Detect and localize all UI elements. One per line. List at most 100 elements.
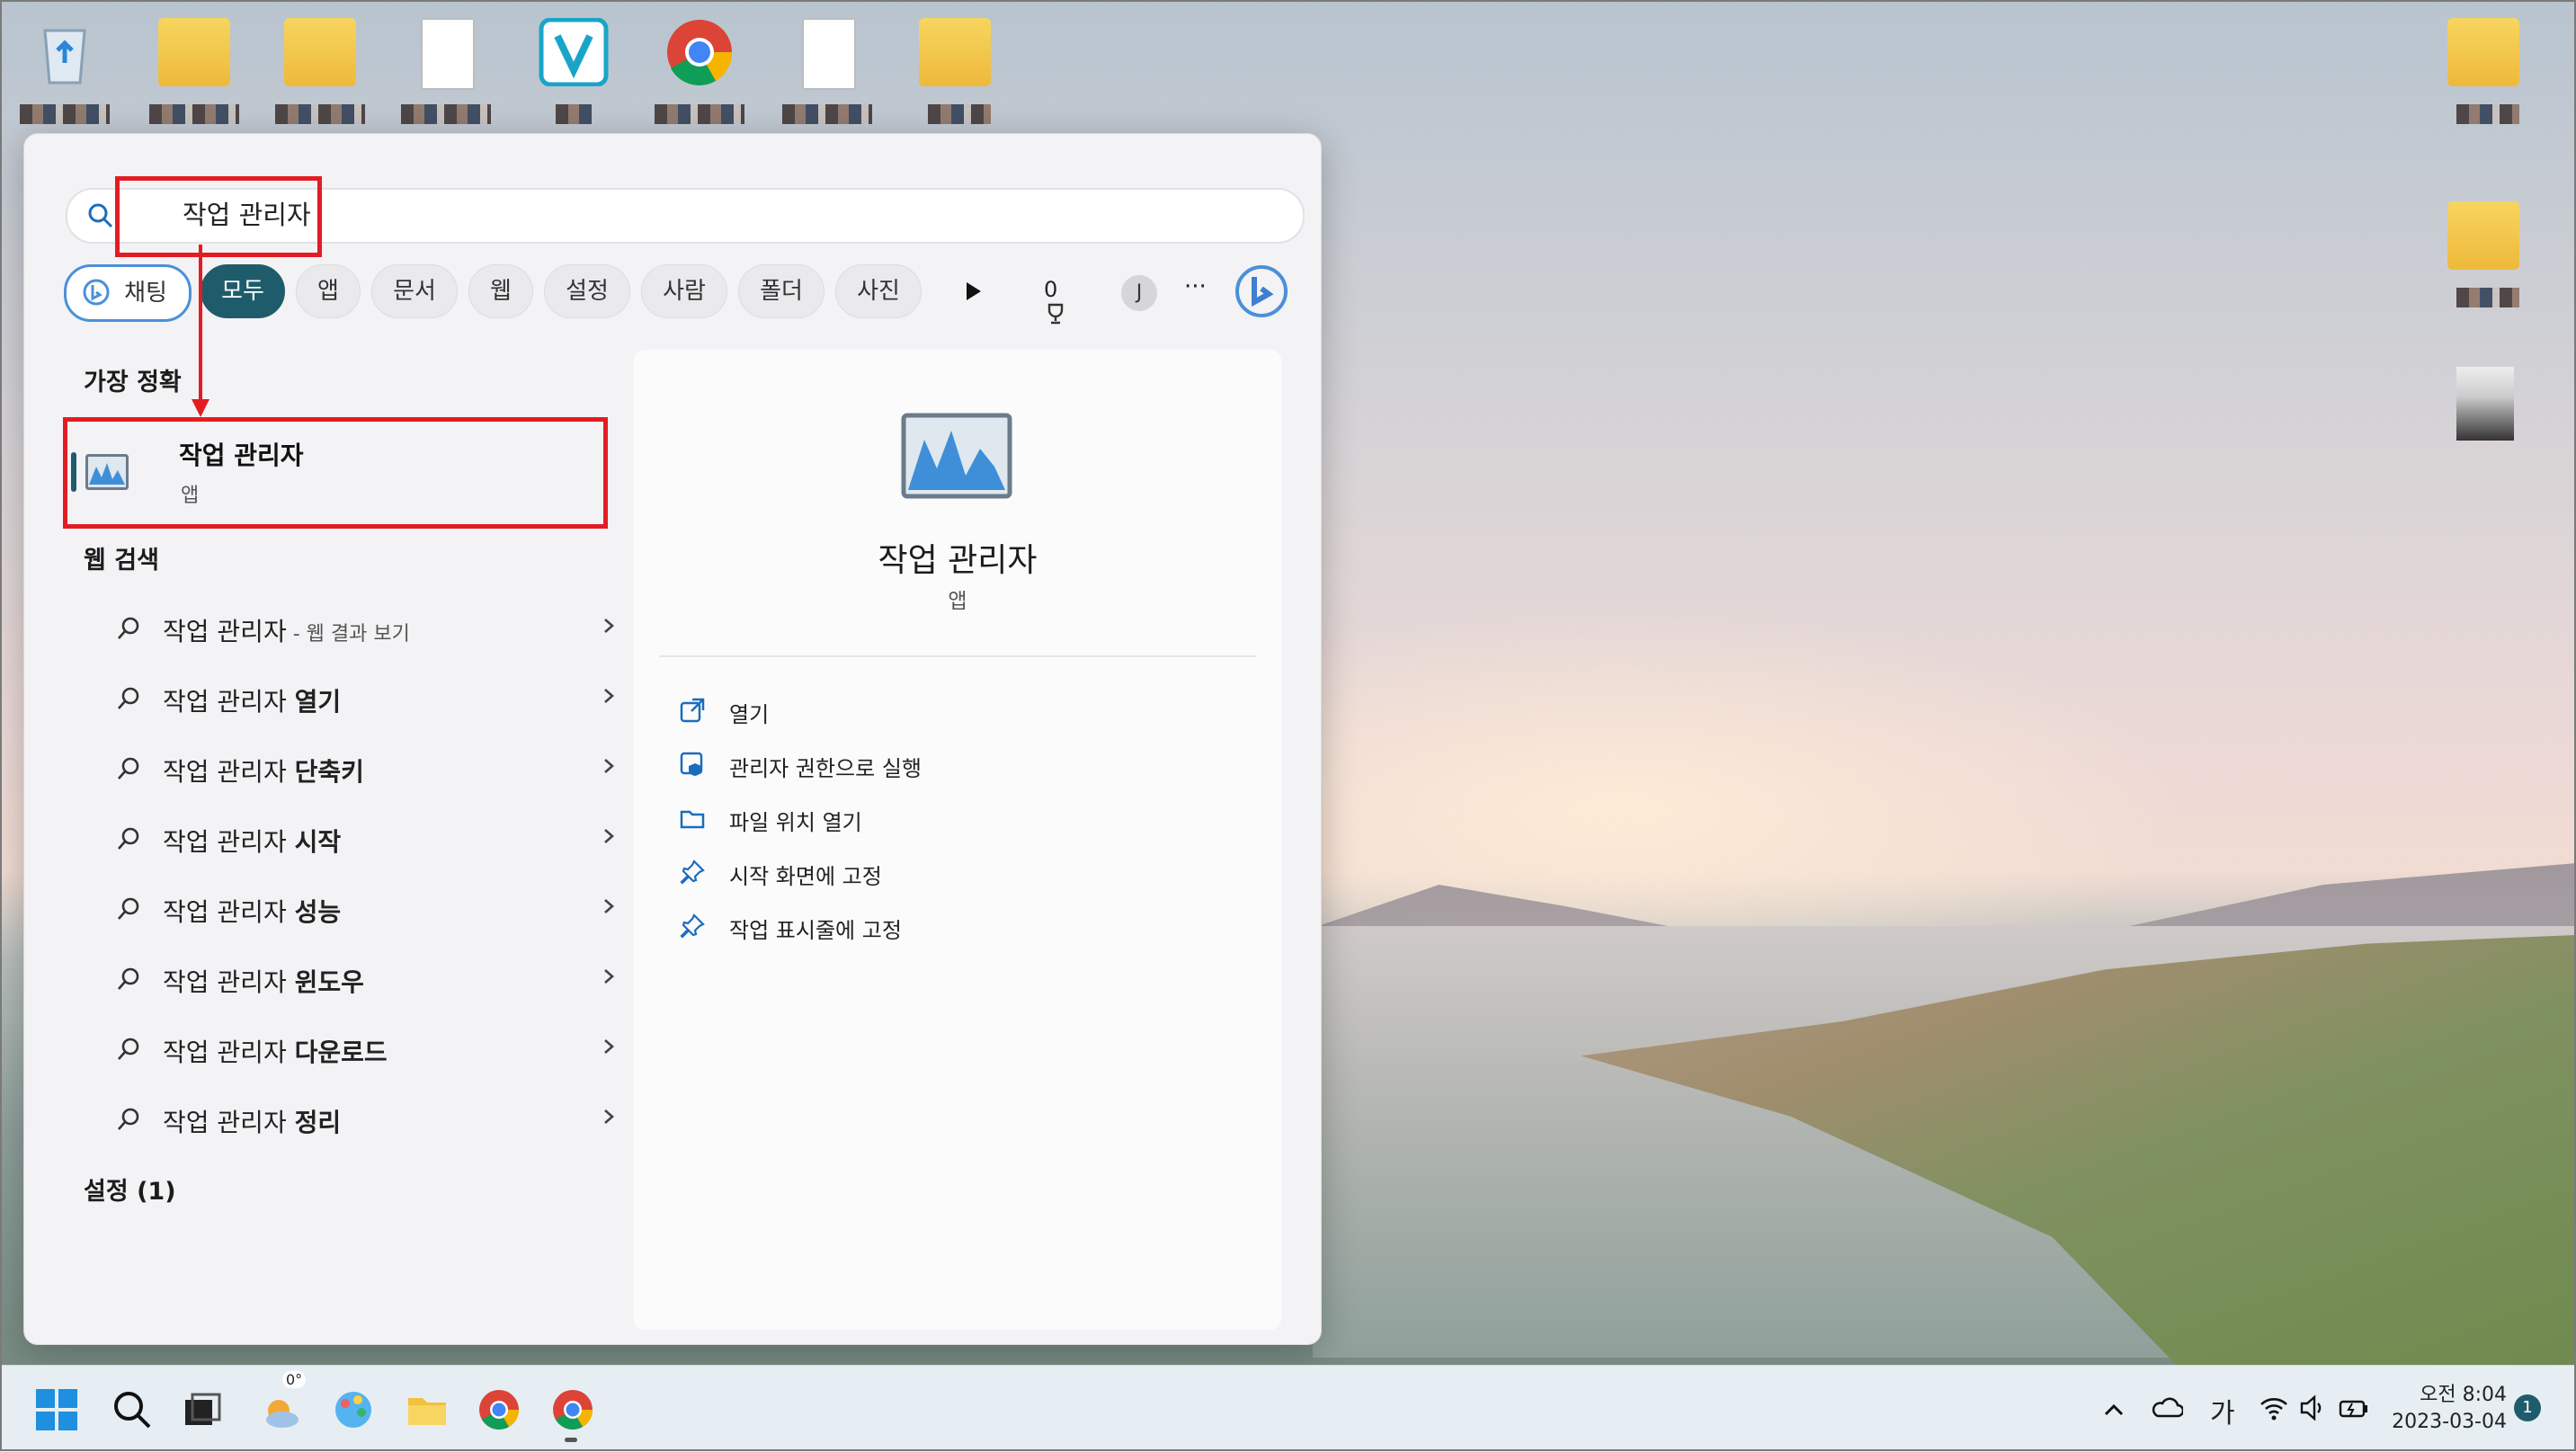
web-search-result[interactable]: 작업 관리자 다운로드	[87, 1022, 618, 1076]
settings-section-heading[interactable]: 설정 (1)	[84, 1171, 176, 1207]
annotation-arrow	[192, 245, 209, 417]
web-search-result[interactable]: 작업 관리자 성능	[87, 882, 618, 936]
desktop-icon-label-obscured	[2456, 288, 2519, 307]
filter-photos-tab[interactable]: 사진	[835, 264, 922, 318]
paint-app-icon[interactable]	[331, 1387, 376, 1432]
web-search-suggestion-bold: 다운로드	[294, 1038, 388, 1067]
weather-widget[interactable]: 0°	[259, 1371, 307, 1432]
web-search-heading: 웹 검색	[84, 547, 159, 575]
web-search-query-text: 작업 관리자	[163, 1038, 295, 1067]
folder-icon	[680, 810, 705, 829]
action-pin-to-start-label: 시작 화면에 고정	[729, 864, 882, 889]
desktop-icon-document[interactable]	[392, 7, 500, 124]
volume-icon[interactable]	[2298, 1393, 2327, 1423]
action-pin-to-taskbar[interactable]: 작업 표시줄에 고정	[679, 904, 1218, 949]
folder-icon	[284, 18, 356, 86]
search-icon	[88, 203, 113, 228]
start-menu-search-panel: 작업 관리자 채팅 모두 앱 문서 웹 설정 사람 폴더 사진 0 J ···	[23, 133, 1322, 1345]
web-search-query-text: 작업 관리자	[163, 897, 295, 927]
windows-start-icon[interactable]	[34, 1387, 79, 1432]
battery-icon[interactable]	[2338, 1393, 2370, 1423]
onedrive-cloud-icon[interactable]	[2151, 1394, 2183, 1421]
filter-apps-tab[interactable]: 앱	[296, 264, 361, 318]
action-run-as-admin[interactable]: 관리자 권한으로 실행	[679, 742, 1218, 787]
web-search-query-text: 작업 관리자	[163, 967, 295, 997]
more-filters-play-button[interactable]	[954, 273, 990, 309]
desktop-icon-document-2[interactable]	[773, 7, 881, 124]
desktop-icon-folder[interactable]	[140, 7, 248, 124]
task-view-icon[interactable]	[180, 1387, 225, 1432]
web-search-suffix: - 웹 결과 보기	[286, 623, 410, 646]
shield-icon	[680, 752, 703, 776]
web-search-suggestion-bold: 성능	[294, 897, 342, 927]
action-pin-to-start[interactable]: 시작 화면에 고정	[679, 850, 1218, 895]
notification-badge[interactable]: 1	[2514, 1394, 2541, 1421]
file-explorer-icon[interactable]	[405, 1387, 450, 1432]
action-pin-to-taskbar-label: 작업 표시줄에 고정	[729, 918, 902, 943]
more-options-button[interactable]: ···	[1184, 273, 1207, 300]
desktop-icon-folder-right-1[interactable]	[2429, 7, 2537, 124]
open-external-icon	[680, 698, 705, 723]
chevron-right-icon	[604, 619, 614, 633]
chevron-right-icon	[604, 759, 614, 773]
pin-icon	[680, 860, 705, 885]
filter-settings-tab[interactable]: 설정	[544, 264, 630, 318]
bing-chat-icon	[83, 279, 110, 306]
filter-chat-button[interactable]: 채팅	[64, 264, 192, 322]
action-open[interactable]: 열기	[679, 688, 1218, 733]
web-search-suggestion-bold: 열기	[294, 687, 342, 717]
clock[interactable]: 오전 8:04 2023-03-04	[2390, 1378, 2507, 1433]
chrome-taskbar-icon[interactable]	[477, 1387, 521, 1432]
filter-documents-tab[interactable]: 문서	[371, 264, 458, 318]
desktop-icon-recycle-bin[interactable]	[11, 7, 119, 124]
annotation-result-highlight	[63, 417, 608, 529]
wifi-icon[interactable]	[2259, 1393, 2289, 1423]
desktop-icon-folder-right-2[interactable]	[2429, 191, 2537, 307]
ime-indicator[interactable]: 가	[2210, 1391, 2235, 1430]
filter-people-tab[interactable]: 사람	[641, 264, 727, 318]
chrome-icon	[667, 20, 733, 85]
chevron-up-icon[interactable]	[2100, 1396, 2127, 1423]
search-icon	[118, 967, 139, 990]
desktop-icon-app-shortcut[interactable]	[520, 7, 628, 124]
desktop-icon-folder-edge[interactable]	[266, 7, 374, 124]
desktop-icon-label-obscured	[556, 104, 592, 124]
bing-icon[interactable]	[1235, 264, 1288, 318]
filter-web-tab[interactable]: 웹	[468, 264, 533, 318]
clock-time: 오전 8:04	[2420, 1384, 2507, 1406]
desktop-icon-photo[interactable]	[2429, 356, 2537, 473]
web-search-result-text: 작업 관리자 시작	[163, 823, 341, 859]
web-search-query-text: 작업 관리자	[163, 757, 295, 787]
pin-icon	[680, 913, 705, 939]
folder-icon	[2447, 18, 2519, 86]
account-avatar[interactable]: J	[1121, 275, 1157, 311]
web-search-result[interactable]: 작업 관리자 시작	[87, 812, 618, 866]
web-search-result[interactable]: 작업 관리자 열기	[87, 672, 618, 726]
recycle-bin-icon	[43, 29, 86, 85]
desktop-icon-folder-chrome[interactable]	[901, 7, 1009, 124]
taskbar-search-icon[interactable]	[110, 1387, 155, 1432]
trophy-icon	[1047, 303, 1064, 325]
web-search-result[interactable]: 작업 관리자 정리	[87, 1092, 618, 1146]
filter-folders-tab[interactable]: 폴더	[738, 264, 824, 318]
action-open-file-location-label: 파일 위치 열기	[729, 810, 862, 835]
chevron-right-icon	[604, 1039, 614, 1054]
web-search-result[interactable]: 작업 관리자 윈도우	[87, 952, 618, 1006]
rewards-points-value: 0	[1044, 277, 1058, 302]
web-search-query-text: 작업 관리자	[163, 617, 287, 646]
web-search-result[interactable]: 작업 관리자 - 웹 결과 보기	[87, 601, 618, 655]
web-search-result[interactable]: 작업 관리자 단축키	[87, 742, 618, 796]
web-search-query-text: 작업 관리자	[163, 827, 295, 857]
task-manager-large-icon	[901, 413, 1012, 499]
desktop-icon-label-obscured	[2456, 104, 2519, 124]
web-search-result-text: 작업 관리자 다운로드	[163, 1033, 388, 1069]
action-open-file-location[interactable]: 파일 위치 열기	[679, 796, 1218, 841]
desktop-icon-label-obscured	[928, 104, 991, 124]
search-icon	[118, 617, 139, 639]
photo-thumbnail-icon	[2456, 367, 2514, 441]
rewards-points[interactable]: 0	[1044, 277, 1067, 327]
chrome-profile-taskbar-icon[interactable]	[550, 1387, 595, 1432]
desktop-icon-chrome[interactable]	[646, 7, 753, 124]
chevron-right-icon	[604, 899, 614, 913]
folder-icon	[158, 18, 230, 86]
